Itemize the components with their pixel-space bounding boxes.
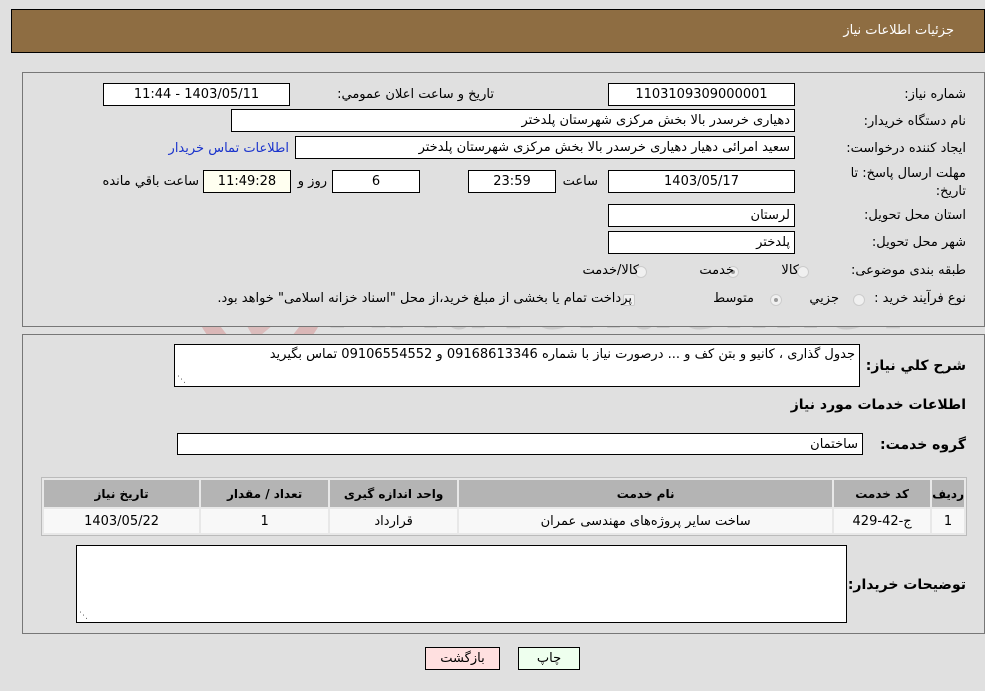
category-option-service: خدمت: [699, 263, 734, 278]
process-radio-medium[interactable]: [770, 294, 782, 306]
details-panel: شماره نیاز: 1103109309000001 تاريخ و ساع…: [22, 72, 985, 327]
deadline-label: مهلت ارسال پاسخ: تا تاریخ:: [850, 166, 966, 199]
buyer-contact-link[interactable]: اطلاعات تماس خریدار: [169, 141, 289, 156]
description-text: جدول گذاری ، کانیو و بتن کف و ... درصورت…: [269, 347, 855, 362]
col-unit: واحد اندازه گيری: [330, 480, 458, 507]
back-button[interactable]: بازگشت: [425, 647, 500, 670]
description-label: شرح كلي نياز:: [865, 358, 966, 374]
table-row: 1 ج-42-429 ساخت سایر پروژه‌های مهندسی عم…: [44, 509, 964, 533]
category-option-goods: کالا: [781, 263, 799, 278]
announce-datetime-field: 1403/05/11 - 11:44: [103, 83, 290, 106]
print-button[interactable]: چاپ: [518, 647, 580, 670]
cell-unit: قرارداد: [330, 509, 458, 533]
city-field: پلدختر: [608, 231, 795, 254]
service-group-label: گروه خدمت:: [880, 437, 966, 453]
services-panel: شرح كلي نياز: جدول گذاری ، کانیو و بتن ک…: [22, 334, 985, 634]
buyer-notes-label: توضيحات خريدار:: [847, 577, 966, 593]
resize-grip-icon[interactable]: ⋰: [79, 612, 88, 621]
creator-label: ایجاد کننده درخواست:: [846, 141, 966, 156]
process-option-minor: جزيي: [809, 291, 839, 306]
services-section-title: اطلاعات خدمات مورد نياز: [790, 397, 966, 413]
treasury-note: پرداخت تمام یا بخشی از مبلغ خرید،از محل …: [217, 291, 632, 306]
creator-field: سعید امرائی دهیار دهیاری خرسدر بالا بخش …: [295, 136, 795, 159]
announce-label: تاريخ و ساعت اعلان عمومي:: [337, 87, 494, 102]
province-label: استان محل تحویل:: [864, 208, 966, 223]
buyer-notes-textarea[interactable]: ⋰: [76, 545, 847, 623]
need-number-label: شماره نیاز:: [904, 87, 966, 102]
col-service-name: نام خدمت: [459, 480, 833, 507]
page-title: جزئيات اطلاعات نياز: [843, 23, 954, 38]
col-row-number: رديف: [932, 480, 964, 507]
category-option-goods-service: کالا/خدمت: [582, 263, 639, 278]
cell-quantity: 1: [201, 509, 329, 533]
resize-grip-icon[interactable]: ⋰: [177, 376, 186, 385]
col-need-date: تاريخ نياز: [44, 480, 200, 507]
buyer-org-field: دهیاری خرسدر بالا بخش مرکزی شهرستان پلدخ…: [231, 109, 795, 132]
category-label: طبقه بندی موضوعی:: [850, 263, 966, 278]
services-table-header: رديف كد خدمت نام خدمت واحد اندازه گيری ت…: [44, 480, 964, 507]
buyer-org-label: نام دستگاه خریدار:: [863, 114, 966, 129]
process-label: نوع فرآیند خرید :: [874, 291, 966, 306]
cell-need-date: 1403/05/22: [44, 509, 200, 533]
service-group-field: ساختمان: [177, 433, 863, 455]
cell-service-name: ساخت سایر پروژه‌های مهندسی عمران: [459, 509, 833, 533]
deadline-time-label: ساعت: [562, 174, 598, 189]
deadline-time-field: 23:59: [468, 170, 556, 193]
page-header: جزئيات اطلاعات نياز: [11, 9, 985, 53]
remaining-time-label: ساعت باقي مانده: [102, 174, 199, 189]
process-option-medium: متوسط: [713, 291, 754, 306]
need-number-field: 1103109309000001: [608, 83, 795, 106]
remaining-time-field: 11:49:28: [203, 170, 291, 193]
cell-service-code: ج-42-429: [834, 509, 931, 533]
deadline-date-field: 1403/05/17: [608, 170, 795, 193]
process-radio-minor[interactable]: [853, 294, 865, 306]
days-label: روز و: [297, 174, 327, 189]
col-service-code: كد خدمت: [834, 480, 931, 507]
cell-row-number: 1: [932, 509, 964, 533]
days-remaining-field: 6: [332, 170, 420, 193]
description-textarea[interactable]: جدول گذاری ، کانیو و بتن کف و ... درصورت…: [174, 344, 860, 387]
services-table: رديف كد خدمت نام خدمت واحد اندازه گيری ت…: [41, 477, 967, 536]
col-quantity: تعداد / مقدار: [201, 480, 329, 507]
city-label: شهر محل تحویل:: [871, 235, 966, 250]
province-field: لرستان: [608, 204, 795, 227]
